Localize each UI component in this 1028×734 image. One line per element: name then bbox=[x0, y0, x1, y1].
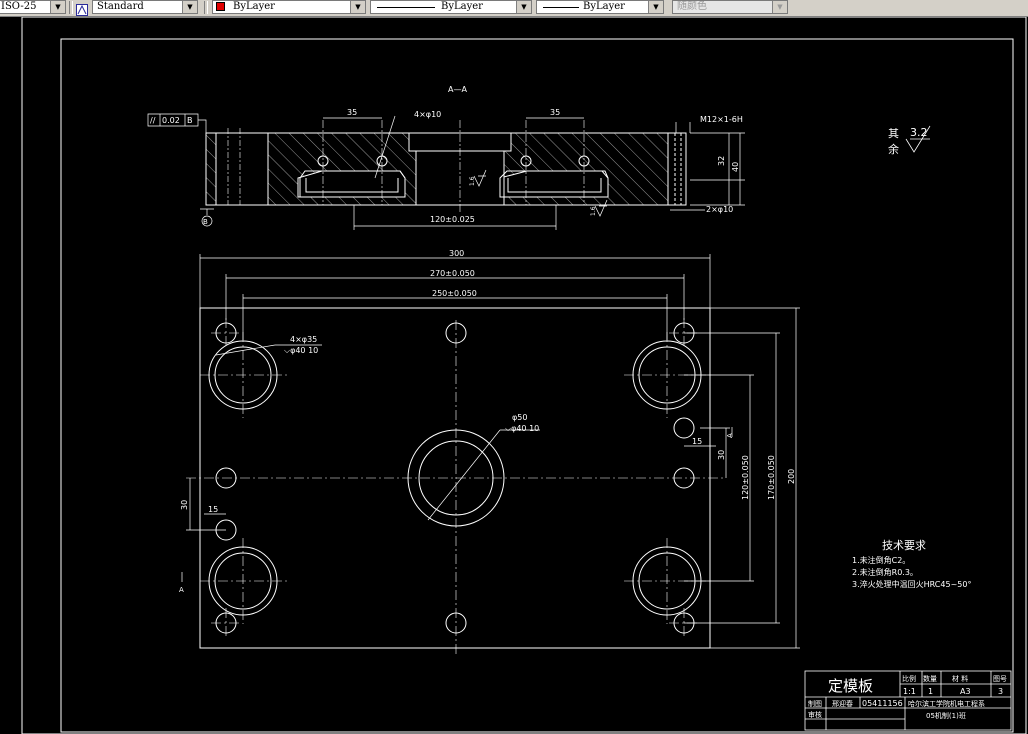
tb-header-no: 图号 bbox=[993, 675, 1007, 683]
dim-35-right: 35 bbox=[550, 108, 560, 117]
dim-30-right: 30 bbox=[717, 450, 726, 460]
linetype-value: ByLayer bbox=[441, 1, 483, 12]
chevron-down-icon[interactable]: ▼ bbox=[350, 1, 365, 13]
toolbar-separator bbox=[204, 1, 208, 14]
tb-header-material: 材 料 bbox=[952, 674, 968, 683]
section-label: A—A bbox=[448, 85, 467, 94]
tech-item: 1.未注倒角C2。 bbox=[852, 555, 910, 565]
roughness-value: 1.6 bbox=[469, 176, 476, 186]
lineweight-value: ByLayer bbox=[583, 1, 625, 12]
tb-header-scale: 比例 bbox=[902, 674, 916, 683]
tb-qty: 1 bbox=[928, 687, 933, 696]
dim-120-section: 120±0.025 bbox=[430, 215, 475, 224]
parallelism-symbol: // bbox=[150, 116, 156, 125]
textstyle-dropdown[interactable]: Standard ▼ bbox=[92, 0, 198, 14]
plotstyle-value: 随颜色 bbox=[677, 1, 707, 12]
dimstyle-value: ISO-25 bbox=[1, 1, 37, 12]
dim-300: 300 bbox=[449, 249, 464, 258]
dim-120-plan: 120±0.050 bbox=[741, 455, 750, 500]
roughness-value: 1.6 bbox=[590, 206, 597, 216]
chevron-down-icon[interactable]: ▼ bbox=[182, 1, 197, 13]
tb-student-no: 05411156 bbox=[862, 699, 903, 708]
dim-270: 270±0.050 bbox=[430, 269, 475, 278]
roughness-note-line2: 余 bbox=[888, 142, 899, 156]
tb-school: 哈尔滨工学院机电工程系 bbox=[908, 699, 985, 708]
dim-35-left: 35 bbox=[347, 108, 357, 117]
holes-4x35-depth: ⌵φ40 10 bbox=[284, 346, 318, 355]
tech-item: 2.未注倒角R0.3。 bbox=[852, 567, 918, 577]
tb-drawn-by: 邢迎春 bbox=[832, 699, 853, 708]
tb-scale: 1:1 bbox=[903, 687, 916, 696]
dim-15-left: 15 bbox=[208, 505, 218, 514]
parallelism-datum: B bbox=[187, 116, 193, 125]
hole-50-depth: ⌵φ40 10 bbox=[505, 424, 539, 433]
plotstyle-dropdown[interactable]: 随颜色 ▼ bbox=[672, 0, 788, 14]
holes-4x35: 4×φ35 bbox=[290, 335, 317, 344]
tech-title: 技术要求 bbox=[882, 539, 926, 552]
thread-note: M12×1-6H bbox=[700, 115, 743, 124]
dim-250: 250±0.050 bbox=[432, 289, 477, 298]
part-name: 定模板 bbox=[828, 677, 873, 695]
linetype-dropdown[interactable]: ByLayer ▼ bbox=[370, 0, 532, 14]
holes-2x10: 2×φ10 bbox=[706, 205, 733, 214]
roughness-note-line1: 其 bbox=[888, 127, 899, 140]
tb-header-qty: 数量 bbox=[923, 674, 937, 683]
dim-15-right: 15 bbox=[692, 437, 702, 446]
cut-label-right: A bbox=[726, 433, 734, 438]
chevron-down-icon[interactable]: ▼ bbox=[50, 1, 65, 13]
dimstyle-dropdown[interactable]: ISO-25 ▼ bbox=[0, 0, 66, 14]
tb-class: 05机制(1)班 bbox=[926, 711, 966, 720]
tb-drawn-label: 制图 bbox=[808, 699, 822, 708]
dim-200: 200 bbox=[787, 469, 796, 484]
linetype-preview bbox=[377, 7, 435, 8]
plan-dimensions bbox=[181, 254, 800, 649]
cut-label-left: A bbox=[179, 586, 184, 594]
chevron-down-icon[interactable]: ▼ bbox=[516, 1, 531, 13]
tech-item: 3.淬火处理中温回火HRC45~50° bbox=[852, 579, 971, 589]
datum-label: B bbox=[203, 218, 208, 226]
color-swatch-icon bbox=[216, 2, 225, 11]
tb-check-label: 审核 bbox=[808, 710, 822, 719]
tb-no: 3 bbox=[998, 687, 1003, 696]
lineweight-dropdown[interactable]: ByLayer ▼ bbox=[536, 0, 664, 14]
hole-50: φ50 bbox=[512, 413, 527, 422]
parallelism-value: 0.02 bbox=[162, 116, 180, 125]
textstyle-icon[interactable] bbox=[76, 1, 88, 16]
chevron-down-icon[interactable]: ▼ bbox=[648, 1, 663, 13]
tb-material: A3 bbox=[960, 687, 971, 696]
section-view bbox=[205, 120, 687, 212]
layer-color-dropdown[interactable]: ByLayer ▼ bbox=[212, 0, 366, 14]
properties-toolbar: ISO-25 ▼ Standard ▼ ByLayer ▼ ByLayer ▼ … bbox=[0, 0, 1028, 17]
dim-30-left: 30 bbox=[180, 500, 189, 510]
lineweight-preview bbox=[543, 7, 579, 8]
dim-32: 32 bbox=[717, 156, 726, 166]
textstyle-value: Standard bbox=[97, 1, 144, 12]
toolbar-separator bbox=[69, 1, 73, 14]
roughness-note-value: 3.2 bbox=[910, 126, 928, 139]
dim-170: 170±0.050 bbox=[767, 455, 776, 500]
chevron-down-icon[interactable]: ▼ bbox=[772, 1, 787, 13]
drawing-canvas[interactable]: A—A // 0.02 B B 35 35 4×φ10 M12×1-6H 32 … bbox=[0, 17, 1028, 734]
layer-color-value: ByLayer bbox=[233, 1, 275, 12]
dim-40: 40 bbox=[731, 162, 740, 172]
holes-4x10: 4×φ10 bbox=[414, 110, 441, 119]
